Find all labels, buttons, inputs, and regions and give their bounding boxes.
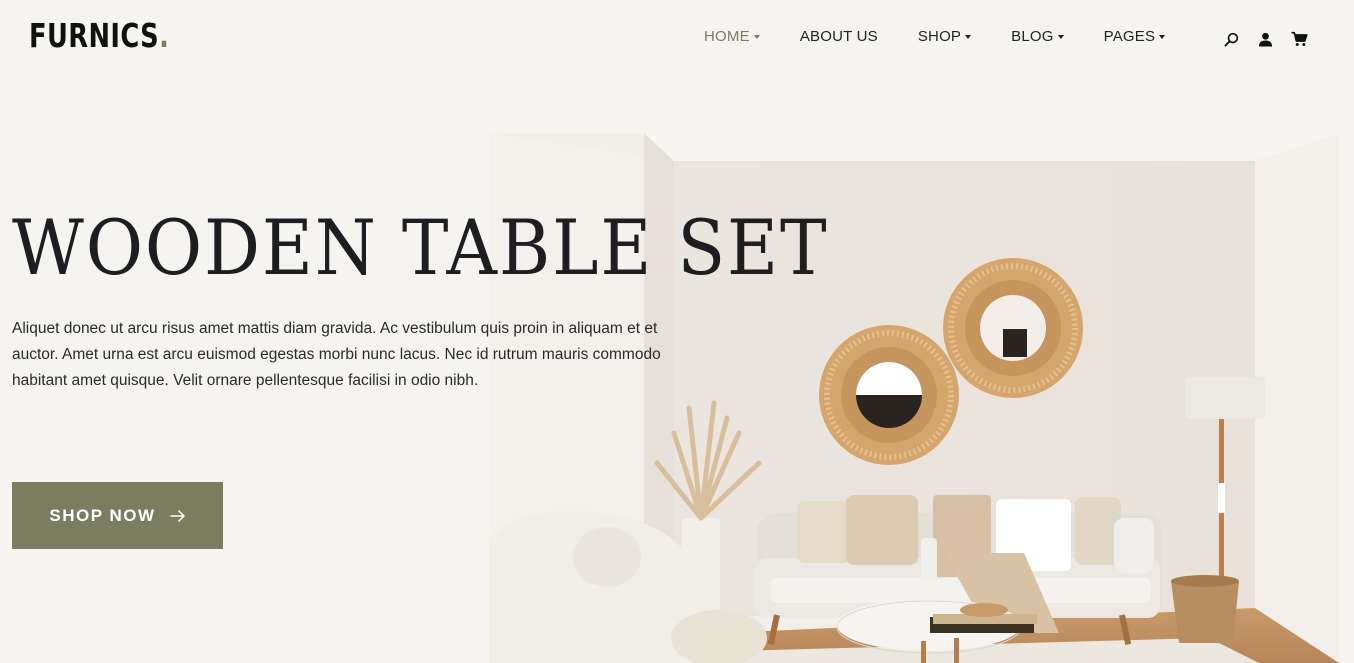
cart-icon[interactable] [1290,30,1308,48]
brand-logo[interactable]: FURNICS. [29,16,169,55]
header-icons [1222,30,1308,48]
chevron-down-icon [965,35,972,39]
nav-item-home[interactable]: HOME [704,28,760,45]
hero-title: WOODEN TABLE SET [12,203,829,292]
nav-item-pages[interactable]: PAGES [1104,28,1166,45]
user-icon[interactable] [1256,30,1274,48]
nav-item-shop[interactable]: SHOP [918,28,972,45]
arrow-right-icon [169,509,185,522]
chevron-down-icon [753,35,760,39]
search-icon[interactable] [1222,30,1240,48]
main-nav: HOME ABOUT US SHOP BLOG PAGES [704,28,1166,45]
nav-item-blog[interactable]: BLOG [1011,28,1064,45]
shop-now-button[interactable]: SHOP NOW [12,482,223,549]
shop-now-label: SHOP NOW [49,505,156,525]
hero-description: Aliquet donec ut arcu risus amet mattis … [12,320,661,389]
site-header: FURNICS. HOME ABOUT US SHOP BLOG PAGES [0,0,1354,76]
chevron-down-icon [1057,35,1064,39]
nav-item-about-us[interactable]: ABOUT US [800,28,878,45]
chevron-down-icon [1159,35,1166,39]
